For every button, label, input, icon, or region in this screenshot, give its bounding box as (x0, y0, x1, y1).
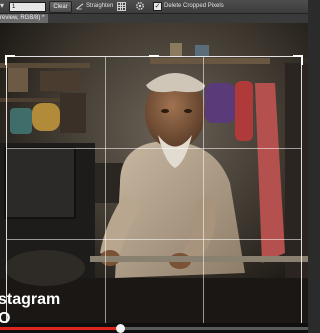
clear-button[interactable]: Clear (49, 1, 72, 13)
crop-handle-top-left[interactable] (5, 55, 7, 65)
delete-cropped-label[interactable]: Delete Cropped Pixels (164, 2, 224, 11)
tool-options-bar: ▾ 1 Clear Straighten ✓ Delete Cropped Pi… (0, 0, 308, 14)
crop-grid-line (202, 57, 204, 323)
crop-grid-line (7, 239, 301, 241)
crop-frame[interactable] (5, 55, 303, 323)
video-progress-remaining (120, 327, 308, 330)
overlay-grid-icon[interactable] (117, 2, 126, 11)
gear-icon[interactable] (135, 1, 145, 11)
straighten-icon[interactable] (76, 3, 84, 10)
watermark-text: stagram (0, 291, 61, 308)
video-progress-played (0, 327, 120, 330)
crop-grid-line (104, 57, 106, 323)
crop-handle-top-middle[interactable] (149, 55, 159, 57)
video-scrubber-knob[interactable] (116, 324, 125, 333)
watermark-text-second-line: O (0, 310, 11, 323)
document-tab[interactable]: review, RGB/8) * (0, 14, 49, 23)
chevron-down-icon[interactable]: ▾ (0, 2, 4, 10)
ratio-value-field[interactable]: 1 (9, 2, 46, 12)
straighten-label[interactable]: Straighten (86, 2, 113, 11)
crop-handle-top-right[interactable] (301, 55, 303, 65)
video-progress-bar[interactable] (0, 323, 308, 333)
image-canvas[interactable]: stagram O (0, 23, 308, 323)
document-tab-bar: review, RGB/8) * (0, 14, 308, 23)
crop-grid-line (7, 148, 301, 150)
delete-cropped-checkbox[interactable]: ✓ (153, 2, 162, 11)
